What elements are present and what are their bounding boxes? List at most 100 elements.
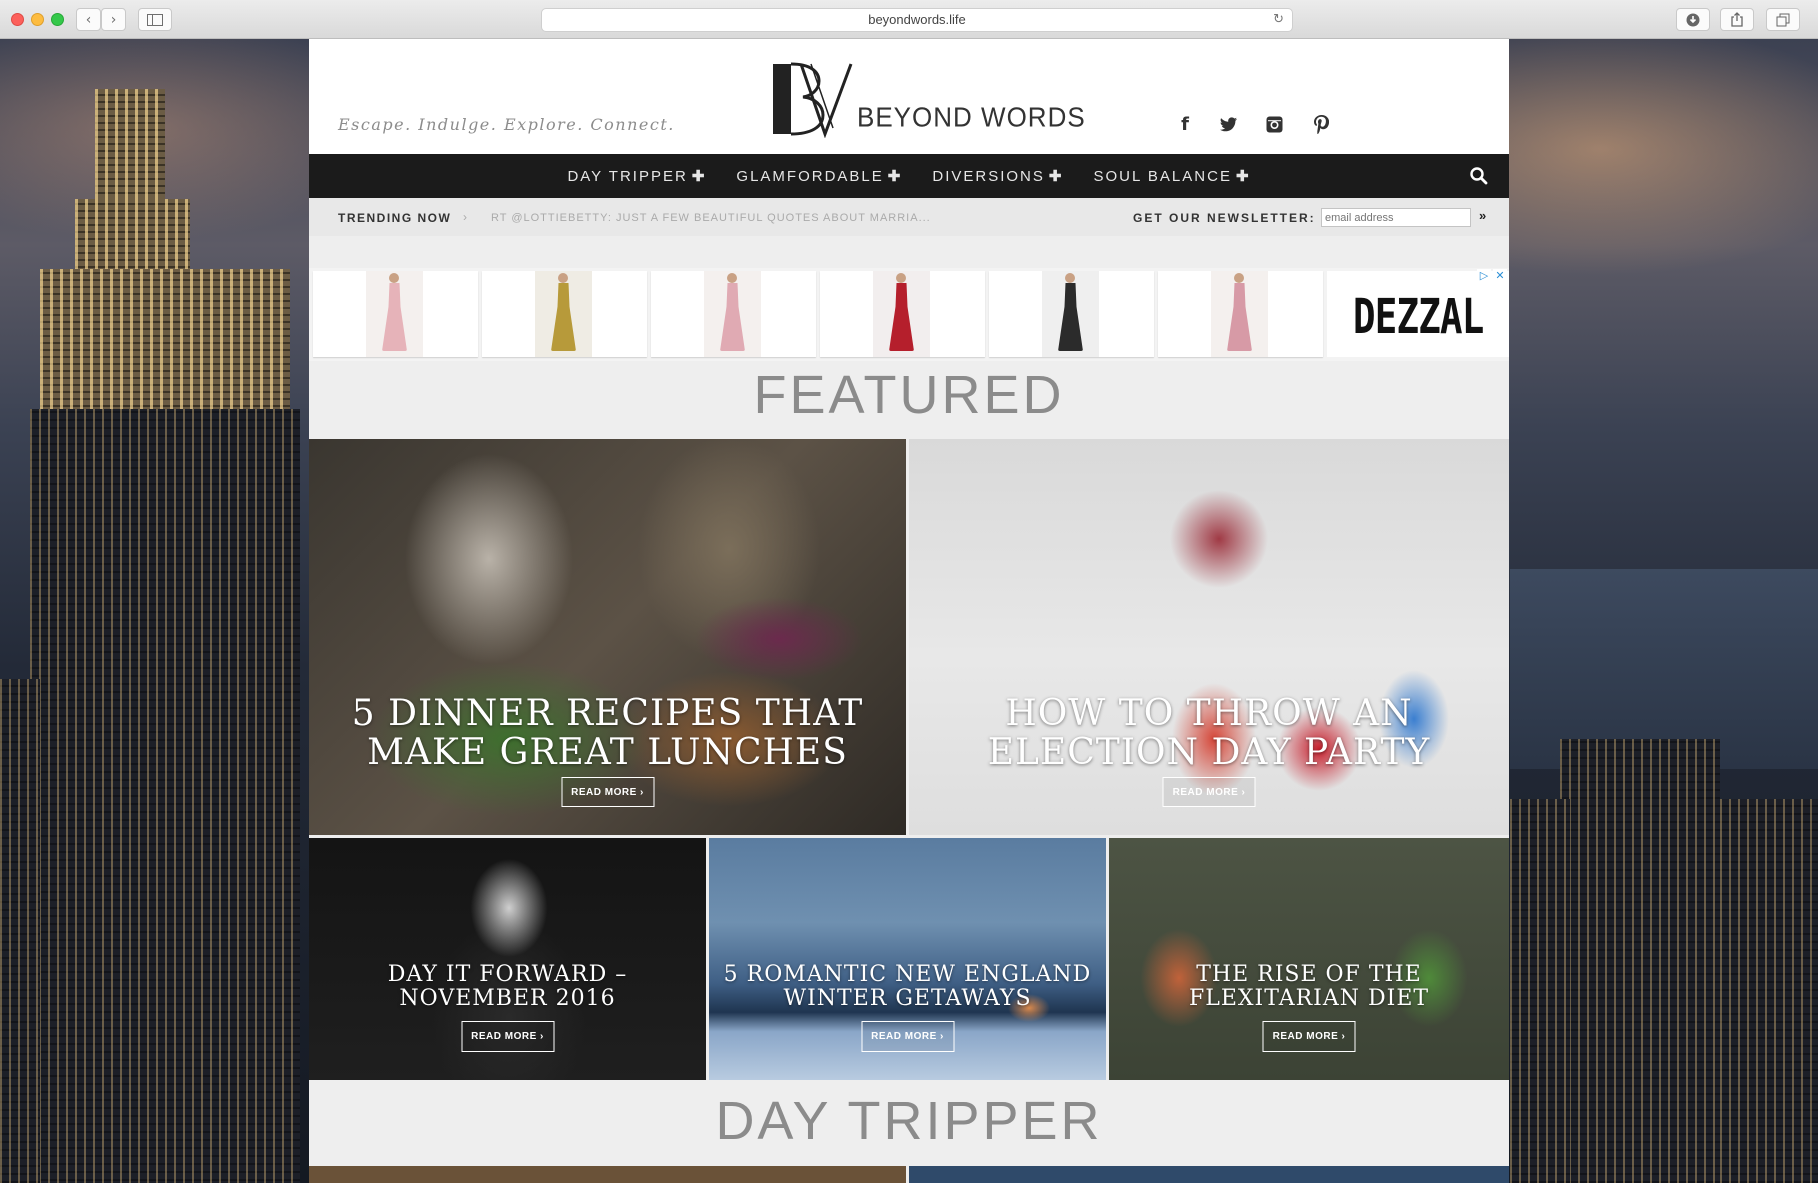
twitter-bird-icon [1220,116,1237,131]
ad-product-image [1211,271,1268,357]
downloads-button[interactable] [1676,8,1710,31]
download-icon [1686,13,1700,26]
newsletter-submit-button[interactable]: » [1479,208,1486,223]
trending-link[interactable]: RT @LOTTIEBETTY: JUST A FEW BEAUTIFUL QU… [491,212,931,224]
chevron-right-icon: › [110,11,117,28]
ad-dress [720,283,745,351]
building-right-2 [1720,799,1818,1183]
card-title: 5 DINNER RECIPES THAT MAKE GREAT LUNCHES [309,694,906,772]
nav-item-glamfordable[interactable]: GLAMFORDABLE ✚ [736,167,902,185]
share-button[interactable] [1720,8,1754,31]
ad-brand-panel[interactable]: DEZZAL [1327,271,1509,357]
building-right-3 [1510,799,1570,1183]
plus-icon: ✚ [1048,168,1064,185]
card-title-line: WINTER GETAWAYS [783,986,1032,1011]
card-title: DAY IT FORWARD – NOVEMBER 2016 [309,963,706,1011]
sidebar-icon [147,13,163,26]
ad-product-image [873,271,930,357]
minimize-window-button[interactable] [31,13,44,26]
camera-icon [1266,116,1282,132]
ad-product[interactable] [820,271,985,357]
logo-monogram [773,62,853,138]
ad-dress [889,283,914,351]
ad-dress [382,283,407,351]
card-title-line: HOW TO THROW AN [1005,693,1413,734]
building-left [0,679,40,1183]
read-more-button[interactable]: READ MORE › [861,1021,954,1052]
facebook-icon[interactable]: f [1173,112,1197,136]
featured-heading: FEATURED [753,365,1065,425]
ad-product[interactable] [1158,271,1323,357]
close-window-button[interactable] [11,13,24,26]
featured-card-day-it-forward[interactable]: DAY IT FORWARD – NOVEMBER 2016 READ MORE… [309,838,706,1080]
browser-toolbar: ‹ › beyondwords.life ↻ [0,0,1818,39]
forward-button[interactable]: › [101,8,126,31]
card-title: THE RISE OF THE FLEXITARIAN DIET [1109,963,1509,1011]
nav-item-soul-balance[interactable]: SOUL BALANCE ✚ [1093,167,1250,185]
featured-card-flexitarian-diet[interactable]: THE RISE OF THE FLEXITARIAN DIET READ MO… [1109,838,1509,1080]
ad-product-image [366,271,423,357]
ad-banner[interactable]: DEZZAL ▷ ✕ [309,268,1509,361]
nav-label: SOUL BALANCE [1093,168,1232,185]
search-icon[interactable] [1469,166,1489,186]
day-tripper-card[interactable] [309,1166,906,1183]
card-title-line: 5 DINNER RECIPES THAT [351,693,864,734]
twitter-icon[interactable] [1217,112,1241,136]
building-right-1 [1560,739,1720,1183]
site-tagline: Escape. Indulge. Explore. Connect. [338,115,675,134]
model-head [389,273,399,283]
newsletter-email-input[interactable] [1321,208,1471,227]
featured-card-dinner-recipes[interactable]: 5 DINNER RECIPES THAT MAKE GREAT LUNCHES… [309,439,906,835]
featured-card-winter-getaways[interactable]: 5 ROMANTIC NEW ENGLAND WINTER GETAWAYS R… [709,838,1106,1080]
adchoices-icon[interactable]: ▷ [1477,269,1491,283]
nav-label: DAY TRIPPER [567,168,688,185]
card-title-line: DAY IT FORWARD – [387,962,628,987]
card-title-line: FLEXITARIAN DIET [1188,986,1430,1011]
site-header: Escape. Indulge. Explore. Connect. BEYON… [309,39,1509,154]
ad-close-icon[interactable]: ✕ [1493,269,1507,283]
plus-icon: ✚ [1235,168,1251,185]
reload-icon[interactable]: ↻ [1273,9,1284,31]
card-title: HOW TO THROW AN ELECTION DAY PARTY [909,694,1509,772]
trending-label: TRENDING NOW [338,211,452,225]
tabs-icon [1776,13,1790,26]
read-more-button[interactable]: READ MORE › [1162,777,1256,807]
card-title-line: THE RISE OF THE [1196,962,1422,987]
read-more-button[interactable]: READ MORE › [561,777,654,807]
back-button[interactable]: ‹ [76,8,101,31]
model-head [1065,273,1075,283]
ad-product[interactable] [482,271,647,357]
logo-text: BEYOND WORDS [857,100,1086,134]
newsletter-label: GET OUR NEWSLETTER: [1133,211,1316,225]
site-logo[interactable]: BEYOND WORDS [767,60,1086,138]
nav-item-diversions[interactable]: DIVERSIONS ✚ [932,167,1063,185]
read-more-button[interactable]: READ MORE › [1262,1021,1356,1052]
read-more-button[interactable]: READ MORE › [461,1021,554,1052]
share-icon [1731,12,1743,27]
address-bar[interactable]: beyondwords.life ↻ [541,8,1293,32]
ad-product[interactable] [313,271,478,357]
card-title-line: MAKE GREAT LUNCHES [367,732,848,773]
nav-label: DIVERSIONS [932,168,1045,185]
ad-dress [1227,283,1252,351]
pinterest-icon[interactable] [1309,112,1333,136]
plus-icon: ✚ [691,168,707,185]
ad-product[interactable] [989,271,1154,357]
ad-brand-logo: DEZZAL [1353,289,1484,345]
tabs-overview-button[interactable] [1766,8,1800,31]
ad-product[interactable] [651,271,816,357]
model-head [727,273,737,283]
zoom-window-button[interactable] [51,13,64,26]
model-head [1234,273,1244,283]
nav-item-day-tripper[interactable]: DAY TRIPPER ✚ [567,167,706,185]
day-tripper-card[interactable] [909,1166,1509,1183]
nav-label: GLAMFORDABLE [736,168,884,185]
sidebar-toggle-button[interactable] [138,8,172,31]
ad-dress [1058,283,1083,351]
featured-card-election-party[interactable]: HOW TO THROW AN ELECTION DAY PARTY READ … [909,439,1509,835]
trending-bar: TRENDING NOW › RT @LOTTIEBETTY: JUST A F… [309,198,1509,236]
model-head [558,273,568,283]
instagram-icon[interactable] [1262,112,1286,136]
ad-product-image [704,271,761,357]
card-title-line: NOVEMBER 2016 [399,986,616,1011]
